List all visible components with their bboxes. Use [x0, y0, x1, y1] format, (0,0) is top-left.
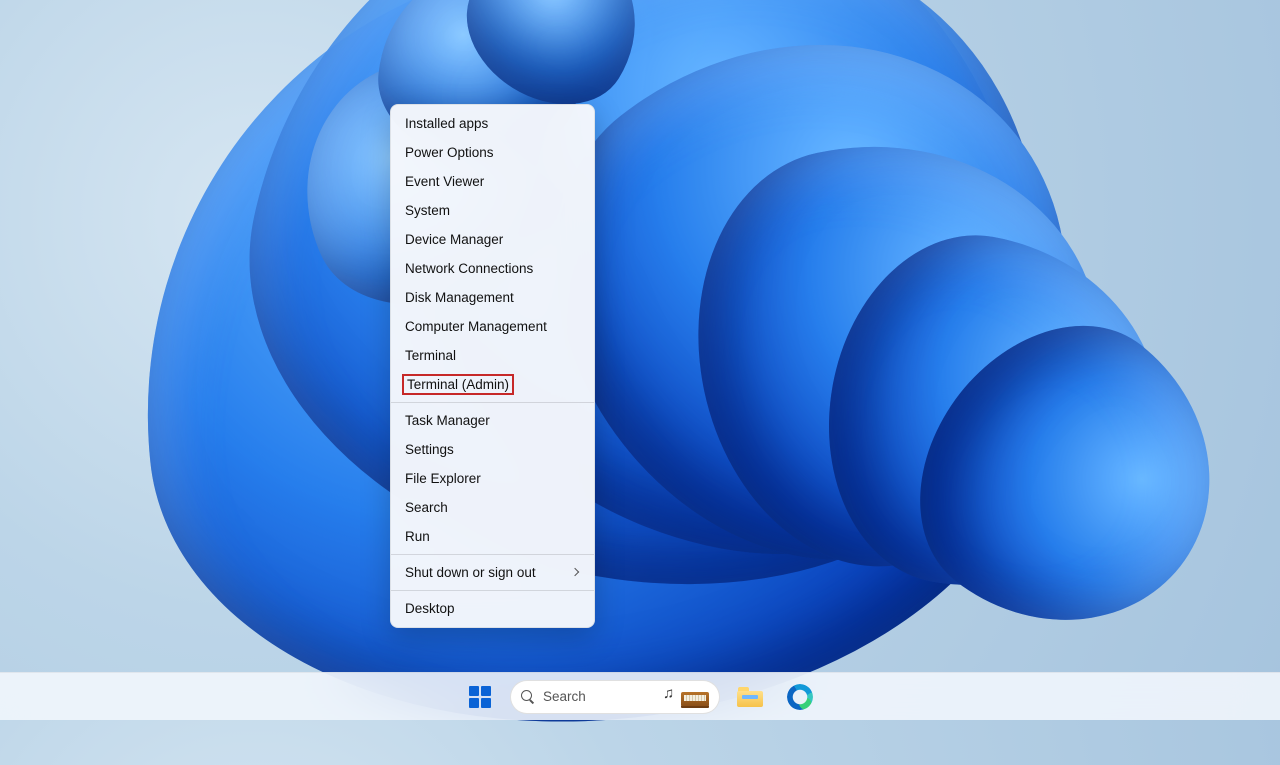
edge-icon: [787, 684, 813, 710]
menu-item-disk-management[interactable]: Disk Management: [391, 283, 594, 312]
chevron-right-icon: [570, 568, 580, 578]
menu-item-desktop-label: Desktop: [405, 601, 455, 616]
menu-item-disk-management-label: Disk Management: [405, 290, 514, 305]
taskbar-edge[interactable]: [780, 679, 820, 715]
winx-context-menu: Installed apps Power Options Event Viewer S…: [390, 104, 595, 628]
menu-item-settings[interactable]: Settings: [391, 435, 594, 464]
menu-item-run[interactable]: Run: [391, 522, 594, 551]
menu-item-network-connections-label: Network Connections: [405, 261, 533, 276]
menu-item-event-viewer[interactable]: Event Viewer: [391, 167, 594, 196]
menu-item-shutdown-signout-label: Shut down or sign out: [405, 565, 536, 580]
start-icon: [469, 686, 491, 708]
menu-item-computer-management[interactable]: Computer Management: [391, 312, 594, 341]
menu-item-computer-management-label: Computer Management: [405, 319, 547, 334]
menu-item-system[interactable]: System: [391, 196, 594, 225]
search-doodle: [663, 688, 709, 706]
menu-item-search[interactable]: Search: [391, 493, 594, 522]
menu-item-task-manager-label: Task Manager: [405, 413, 490, 428]
menu-item-installed-apps-label: Installed apps: [405, 116, 488, 131]
menu-item-power-options-label: Power Options: [405, 145, 494, 160]
menu-item-power-options[interactable]: Power Options: [391, 138, 594, 167]
file-explorer-icon: [737, 687, 763, 707]
start-button[interactable]: [460, 679, 500, 715]
menu-separator: [391, 554, 594, 555]
menu-item-shutdown-signout[interactable]: Shut down or sign out: [391, 558, 594, 587]
wallpaper-bloom: [0, 0, 1280, 720]
menu-item-event-viewer-label: Event Viewer: [405, 174, 484, 189]
taskbar-search[interactable]: Search: [510, 680, 720, 714]
piano-icon: [681, 692, 709, 706]
menu-separator: [391, 590, 594, 591]
menu-item-device-manager[interactable]: Device Manager: [391, 225, 594, 254]
menu-item-settings-label: Settings: [405, 442, 454, 457]
menu-item-installed-apps[interactable]: Installed apps: [391, 109, 594, 138]
music-notes-icon: [663, 688, 679, 706]
menu-item-task-manager[interactable]: Task Manager: [391, 406, 594, 435]
menu-item-desktop[interactable]: Desktop: [391, 594, 594, 623]
taskbar: Search: [0, 672, 1280, 720]
search-icon: [521, 690, 535, 704]
menu-item-file-explorer-label: File Explorer: [405, 471, 481, 486]
menu-item-file-explorer[interactable]: File Explorer: [391, 464, 594, 493]
menu-item-system-label: System: [405, 203, 450, 218]
menu-item-network-connections[interactable]: Network Connections: [391, 254, 594, 283]
menu-item-device-manager-label: Device Manager: [405, 232, 503, 247]
menu-item-search-label: Search: [405, 500, 448, 515]
taskbar-file-explorer[interactable]: [730, 679, 770, 715]
menu-item-terminal-admin-label: Terminal (Admin): [405, 377, 511, 392]
menu-item-run-label: Run: [405, 529, 430, 544]
menu-item-terminal-admin[interactable]: Terminal (Admin): [391, 370, 594, 399]
menu-item-terminal[interactable]: Terminal: [391, 341, 594, 370]
search-placeholder: Search: [543, 689, 586, 704]
menu-separator: [391, 402, 594, 403]
menu-item-terminal-label: Terminal: [405, 348, 456, 363]
